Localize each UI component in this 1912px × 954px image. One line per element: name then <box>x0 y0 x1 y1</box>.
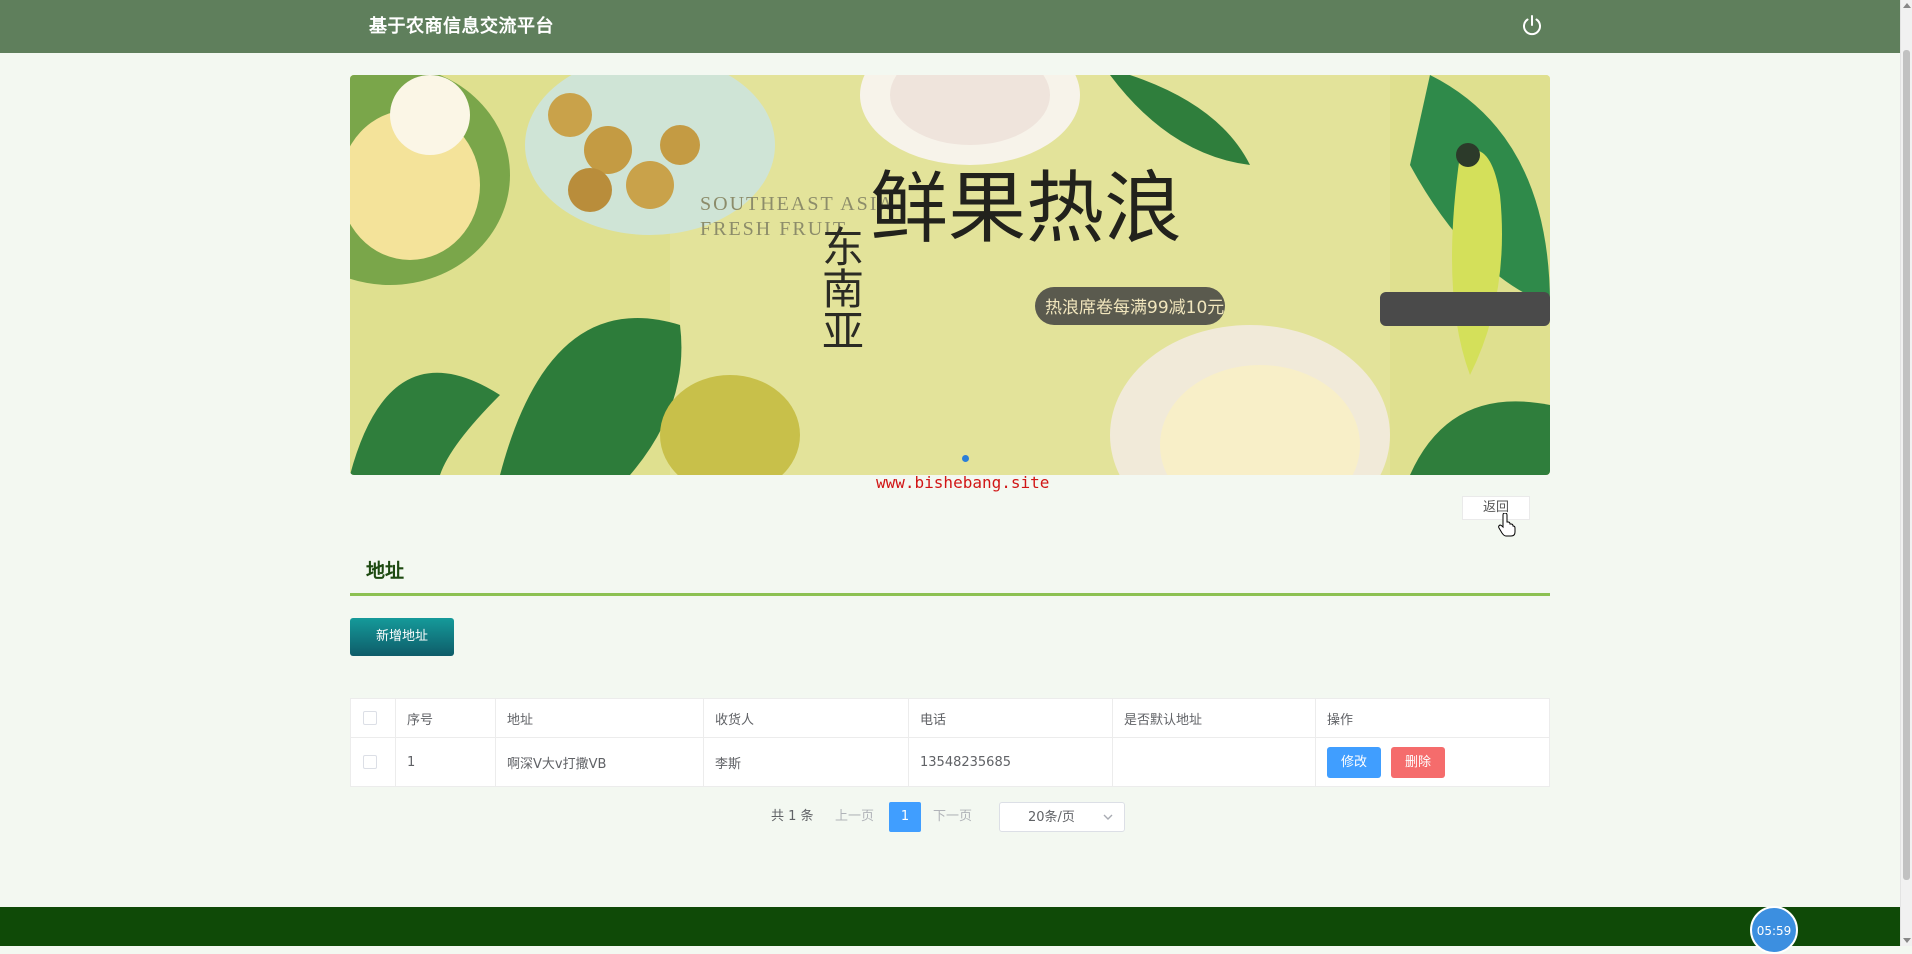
pagination-total: 共 1 条 <box>771 809 814 824</box>
row-checkbox[interactable] <box>363 755 377 769</box>
timer-badge[interactable]: 05:59 <box>1750 906 1798 954</box>
header-actions: 操作 <box>1315 698 1550 738</box>
banner-headline: 鲜果热浪 <box>870 164 1182 254</box>
select-all-cell <box>350 698 396 738</box>
select-all-checkbox[interactable] <box>363 711 377 725</box>
hand-cursor-icon <box>1498 513 1516 537</box>
top-header: 基于农商信息交流平台 <box>0 0 1900 53</box>
banner-subtitle: SOUTHEAST ASIA <box>700 193 895 215</box>
header-address: 地址 <box>495 698 704 738</box>
delete-button[interactable]: 删除 <box>1391 746 1446 778</box>
page-size-select[interactable]: 20条/页 <box>999 802 1125 832</box>
section-title: 地址 <box>366 560 405 582</box>
prev-page-button[interactable]: 上一页 <box>835 802 874 832</box>
page-size-value: 20条/页 <box>1028 810 1075 825</box>
edit-button[interactable]: 修改 <box>1327 746 1382 778</box>
watermark-text: www.bishebang.site <box>876 473 1050 492</box>
cell-receiver: 李斯 <box>703 737 909 787</box>
row-select-cell <box>350 737 396 787</box>
chevron-down-icon <box>1103 814 1113 820</box>
next-page-button[interactable]: 下一页 <box>933 802 972 832</box>
back-button[interactable]: 返回 <box>1462 496 1530 520</box>
scroll-down-icon[interactable] <box>1903 938 1911 943</box>
table-row: 1 啊深V大v打撒VB 李斯 13548235685 修改 删除 <box>350 737 1550 787</box>
scrollbar-thumb[interactable] <box>1903 50 1910 880</box>
scroll-up-icon[interactable] <box>1903 3 1911 8</box>
cell-actions: 修改 删除 <box>1315 737 1550 787</box>
page-number-current[interactable]: 1 <box>889 802 921 832</box>
vertical-scrollbar[interactable] <box>1900 0 1912 946</box>
cell-phone: 13548235685 <box>908 737 1113 787</box>
header-is-default: 是否默认地址 <box>1112 698 1316 738</box>
power-icon[interactable] <box>1519 12 1545 38</box>
cell-address: 啊深V大v打撒VB <box>495 737 704 787</box>
banner-promo: 热浪席卷每满99减10元 <box>1045 298 1224 318</box>
header-receiver: 收货人 <box>703 698 909 738</box>
header-index: 序号 <box>395 698 496 738</box>
banner-carousel[interactable]: SOUTHEAST ASIA FRESH FRUIT 东南亚 鲜果热浪 热浪席卷… <box>350 75 1550 475</box>
banner-region: 东南亚 <box>816 225 865 351</box>
table-header-row: 序号 地址 收货人 电话 是否默认地址 操作 <box>350 698 1550 738</box>
page-footer <box>0 907 1900 946</box>
cell-is-default <box>1112 737 1316 787</box>
address-table: 序号 地址 收货人 电话 是否默认地址 操作 1 啊深V大v打撒VB 李斯 13… <box>350 698 1550 787</box>
carousel-indicator[interactable] <box>962 455 969 462</box>
site-title: 基于农商信息交流平台 <box>369 16 554 37</box>
add-address-button[interactable]: 新增地址 <box>350 618 454 656</box>
header-phone: 电话 <box>908 698 1113 738</box>
cell-index: 1 <box>395 737 496 787</box>
section-divider <box>350 593 1550 596</box>
